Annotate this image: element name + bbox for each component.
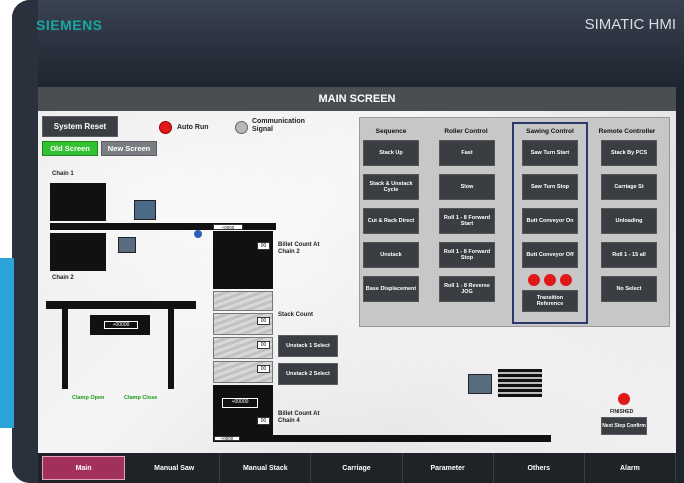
clamp-leg-right — [168, 309, 174, 389]
brand-logo: SIEMENS — [36, 17, 103, 33]
unstack2-select-button[interactable]: Unstack 2 Select — [278, 363, 338, 385]
auto-run-label: Auto Run — [177, 124, 209, 131]
billet-count-c4-counter: 00 — [257, 417, 270, 425]
unloading-button[interactable]: Unloading — [601, 208, 657, 234]
billet-column-top — [213, 231, 273, 289]
clamp-close-label: Clamp Close — [124, 395, 158, 401]
butt-conveyor-off-button[interactable]: Butt Conveyor Off — [522, 242, 578, 268]
conveyor-block — [498, 369, 542, 397]
stack-layer-1 — [213, 291, 273, 311]
unstack1-counter: 00 — [257, 341, 270, 349]
bottom-rail — [213, 435, 551, 442]
bottom-rail-counter: +0000 — [214, 436, 240, 441]
system-reset-button[interactable]: System Reset — [42, 116, 118, 137]
stack-unstack-cycle-button[interactable]: Stack & Unstack Cycle — [363, 174, 419, 200]
stack-count-counter: 00 — [257, 317, 270, 325]
control-panel: Sequence Roller Control Sawing Control R… — [359, 117, 670, 327]
old-screen-button[interactable]: Old Screen — [42, 141, 98, 156]
nav-main[interactable]: Main — [42, 456, 126, 480]
clamp-counter: +00000 — [104, 321, 138, 329]
finished-label: FINISHED — [610, 409, 634, 415]
product-name: SIMATIC HMI — [584, 16, 676, 33]
billet-column-bottom — [213, 385, 273, 435]
new-screen-button[interactable]: New Screen — [101, 141, 157, 156]
saw-machine-icon — [134, 200, 156, 220]
communication-indicator — [235, 121, 248, 134]
roll-forward-stop-button[interactable]: Roll 1 - 8 Forward Stop — [439, 242, 495, 268]
blue-accent-bar — [0, 258, 14, 428]
roll-forward-start-button[interactable]: Roll 1 - 8 Forward Start — [439, 208, 495, 234]
nav-manual-stack[interactable]: Manual Stack — [220, 453, 312, 483]
no-select-button[interactable]: No Select — [601, 276, 657, 302]
conveyor-motor-icon — [468, 374, 492, 394]
unstack2-counter: 00 — [257, 365, 270, 373]
hmi-screen: MAIN SCREEN System Reset Old Screen New … — [38, 87, 676, 453]
chain2-label: Chain 2 — [52, 275, 74, 281]
billet-count-c4-label: Billet Count At Chain 4 — [278, 411, 320, 424]
chain1-label: Chain 1 — [52, 171, 74, 177]
roll-1-15-all-button[interactable]: Roll 1 - 15 all — [601, 242, 657, 268]
unstack1-select-button[interactable]: Unstack 1 Select — [278, 335, 338, 357]
col-head-roller: Roller Control — [444, 128, 488, 135]
stack-up-button[interactable]: Stack Up — [363, 140, 419, 166]
unstack-button[interactable]: Unstack — [363, 242, 419, 268]
stack-counter: +00000 — [222, 398, 258, 408]
communication-label: Communication Signal — [252, 118, 305, 133]
nav-parameter[interactable]: Parameter — [403, 453, 494, 483]
nav-others[interactable]: Others — [494, 453, 585, 483]
saw-turn-start-button[interactable]: Saw Turn Start — [522, 140, 578, 166]
clamp-open-label: Clamp Open — [72, 395, 105, 401]
chain1-block — [50, 183, 106, 221]
top-rail-counter: +0000 — [213, 224, 243, 230]
nav-alarm[interactable]: Alarm — [585, 453, 676, 483]
saw-turn-stop-button[interactable]: Saw Turn Stop — [522, 174, 578, 200]
transition-reference-button[interactable]: Transition Reference — [522, 290, 578, 312]
butt-conveyor-on-button[interactable]: Butt Conveyor On — [522, 208, 578, 234]
roll-reverse-jog-button[interactable]: Roll 1 - 8 Reverse JOG — [439, 276, 495, 302]
nav-manual-saw[interactable]: Manual Saw — [129, 453, 221, 483]
bottom-navbar: Main Manual Saw Manual Stack Carriage Pa… — [38, 453, 676, 483]
motor-icon — [118, 237, 136, 253]
sawing-indicator-3 — [560, 274, 572, 286]
cut-rack-direct-button[interactable]: Cut & Rack Direct — [363, 208, 419, 234]
sawing-indicator-1 — [528, 274, 540, 286]
col-head-sequence: Sequence — [375, 128, 407, 135]
billet-count-c2-label: Billet Count At Chain 2 — [278, 242, 320, 255]
carriage-st-button[interactable]: Carriage St — [601, 174, 657, 200]
col-head-remote: Remote Controller — [598, 128, 656, 135]
bezel-left-edge — [12, 0, 38, 483]
blue-sensor-icon — [194, 230, 202, 238]
billet-count-c2-counter: 00 — [257, 242, 270, 250]
next-step-confirm-button[interactable]: Next Step Confirm — [601, 417, 647, 435]
bezel-glow — [12, 0, 684, 90]
clamp-beam — [46, 301, 196, 309]
clamp-leg-left — [62, 309, 68, 389]
roller-slow-button[interactable]: Slow — [439, 174, 495, 200]
sawing-indicator-2 — [544, 274, 556, 286]
base-displacement-button[interactable]: Base Displacement — [363, 276, 419, 302]
stack-by-pcs-button[interactable]: Stack By PCS — [601, 140, 657, 166]
page-title: MAIN SCREEN — [38, 87, 676, 111]
chain2-block — [50, 233, 106, 271]
nav-carriage[interactable]: Carriage — [311, 453, 403, 483]
finished-indicator — [618, 393, 630, 405]
roller-fast-button[interactable]: Fast — [439, 140, 495, 166]
auto-run-indicator — [159, 121, 172, 134]
stack-count-label: Stack Count — [278, 312, 314, 318]
